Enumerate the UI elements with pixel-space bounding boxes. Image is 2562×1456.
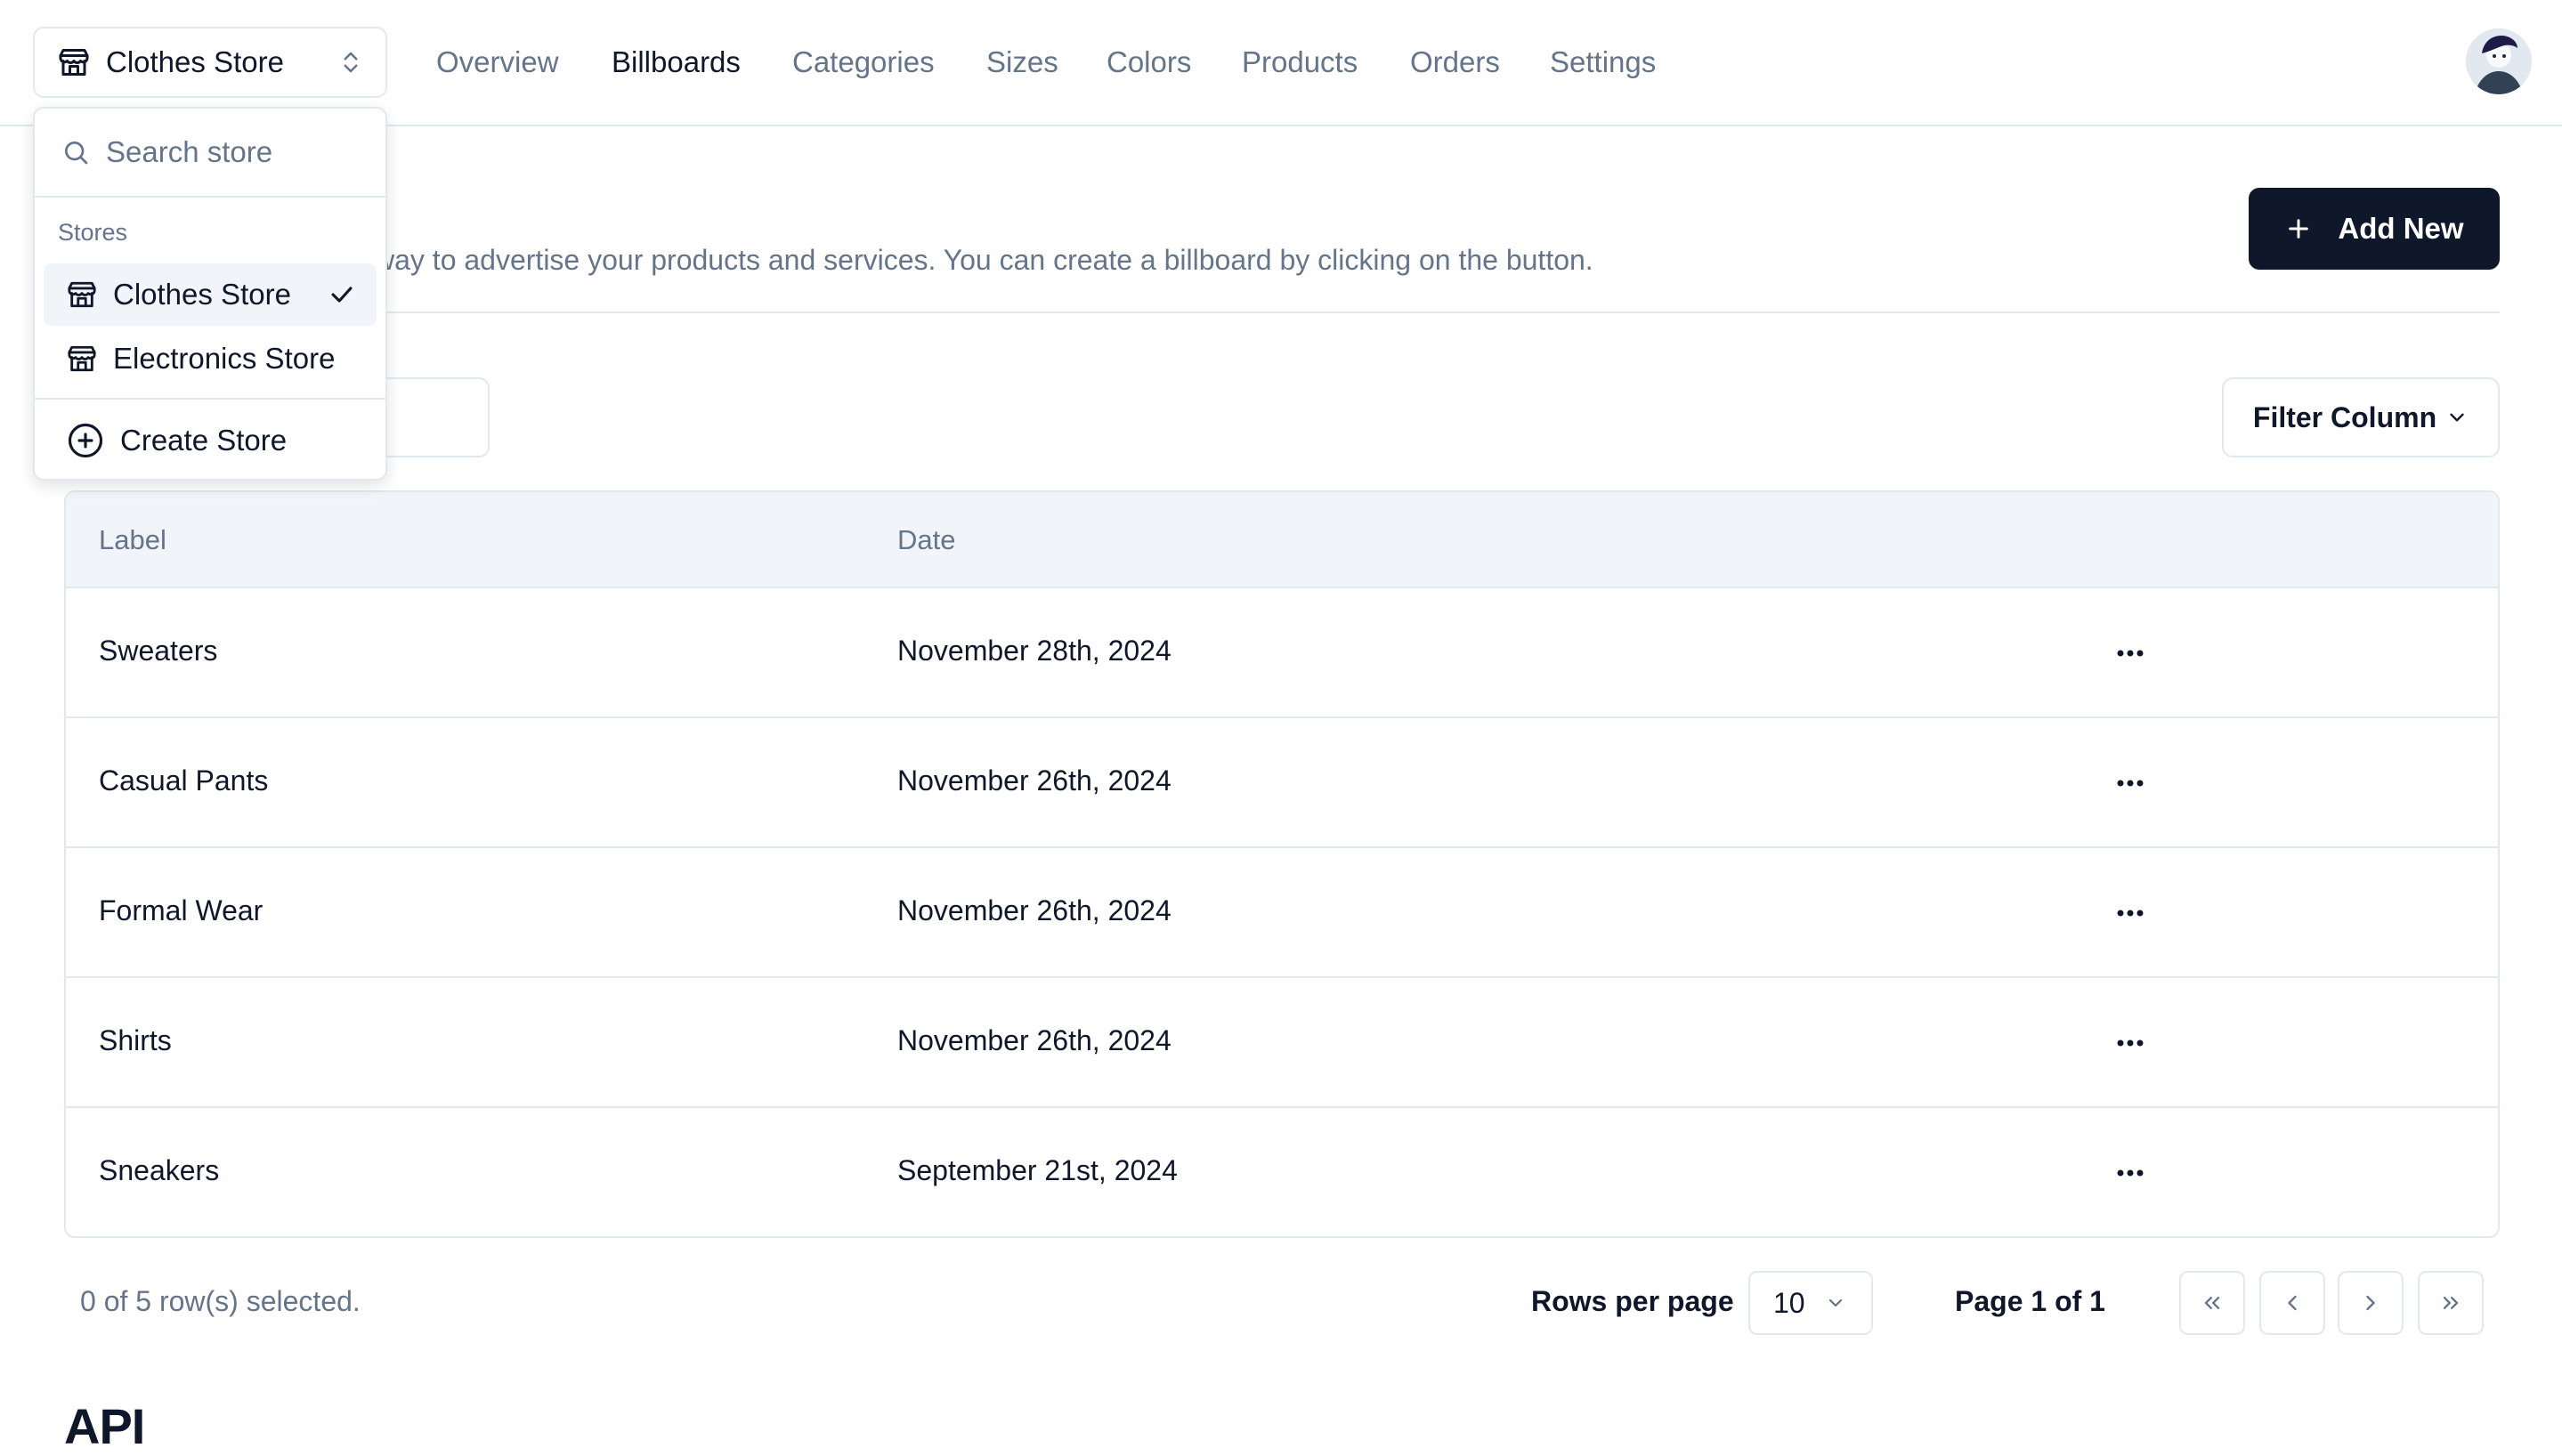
row-label: Casual Pants xyxy=(99,764,269,797)
table-row: Formal Wear November 26th, 2024 xyxy=(66,848,2498,978)
store-option-electronics[interactable]: Electronics Store xyxy=(44,328,377,390)
create-store-button[interactable]: Create Store xyxy=(44,409,377,472)
chevron-right-icon xyxy=(2358,1290,2383,1315)
row-actions-icon[interactable] xyxy=(2110,633,2151,674)
chevrons-up-down-icon xyxy=(337,49,364,76)
chevron-left-icon xyxy=(2280,1290,2305,1315)
next-page-button[interactable] xyxy=(2338,1271,2404,1335)
store-search-input[interactable]: Search store xyxy=(35,109,385,198)
table-row: Casual Pants November 26th, 2024 xyxy=(66,718,2498,848)
store-switcher-label: Clothes Store xyxy=(106,45,284,78)
add-new-label: Add New xyxy=(2338,212,2464,245)
rows-per-page-label: Rows per page xyxy=(1531,1285,1734,1317)
store-option-label: Electronics Store xyxy=(113,342,336,375)
table-row: Sneakers September 21st, 2024 xyxy=(66,1108,2498,1236)
last-page-button[interactable] xyxy=(2418,1271,2484,1335)
page-indicator: Page 1 of 1 xyxy=(1955,1285,2105,1317)
row-date: November 26th, 2024 xyxy=(897,1024,1172,1056)
row-label: Formal Wear xyxy=(99,894,263,926)
search-icon xyxy=(61,138,90,166)
column-header-date[interactable]: Date xyxy=(897,524,955,556)
top-navbar: Clothes Store Overview Billboards Catego… xyxy=(0,0,2562,126)
header-divider xyxy=(64,311,2500,313)
nav-link-overview[interactable]: Overview xyxy=(436,44,559,80)
nav-link-colors[interactable]: Colors xyxy=(1107,44,1191,80)
row-actions-icon[interactable] xyxy=(2110,1023,2151,1064)
rows-per-page-value: 10 xyxy=(1773,1286,1805,1319)
plus-circle-icon xyxy=(67,422,104,459)
nav-link-settings[interactable]: Settings xyxy=(1550,44,1656,80)
api-section-heading: API xyxy=(64,1398,145,1454)
column-header-label[interactable]: Label xyxy=(99,524,166,556)
filter-column-label: Filter Column xyxy=(2252,400,2437,433)
billboards-table: Label Date Sweaters November 28th, 2024 … xyxy=(64,490,2500,1238)
row-label: Sneakers xyxy=(99,1154,220,1186)
selection-status: 0 of 5 row(s) selected. xyxy=(80,1285,361,1317)
create-store-label: Create Store xyxy=(120,424,288,457)
previous-page-button[interactable] xyxy=(2259,1271,2325,1335)
rows-per-page-select[interactable]: 10 xyxy=(1748,1271,1873,1335)
row-actions-icon[interactable] xyxy=(2110,763,2151,804)
row-date: November 26th, 2024 xyxy=(897,894,1172,926)
row-date: November 28th, 2024 xyxy=(897,635,1172,667)
store-switcher-button[interactable]: Clothes Store xyxy=(33,27,387,98)
store-search-placeholder: Search store xyxy=(106,135,273,168)
dropdown-divider xyxy=(35,398,385,400)
table-row: Shirts November 26th, 2024 xyxy=(66,978,2498,1108)
store-switcher-dropdown: Search store Stores Clothes Store Electr… xyxy=(33,107,387,481)
page-description: way to advertise your products and servi… xyxy=(374,244,1593,276)
user-avatar[interactable] xyxy=(2466,28,2532,94)
nav-link-billboards[interactable]: Billboards xyxy=(612,44,741,80)
check-icon xyxy=(327,279,357,310)
chevrons-left-icon xyxy=(2200,1290,2225,1315)
row-label: Shirts xyxy=(99,1024,172,1056)
row-actions-icon[interactable] xyxy=(2110,893,2151,934)
table-header: Label Date xyxy=(66,492,2498,588)
first-page-button[interactable] xyxy=(2179,1271,2245,1335)
row-date: September 21st, 2024 xyxy=(897,1154,1178,1186)
row-date: November 26th, 2024 xyxy=(897,764,1172,797)
store-icon xyxy=(67,344,97,374)
store-option-clothes[interactable]: Clothes Store xyxy=(44,263,377,326)
nav-link-categories[interactable]: Categories xyxy=(792,44,935,80)
add-new-button[interactable]: Add New xyxy=(2249,188,2500,270)
chevron-down-icon xyxy=(1825,1292,1846,1314)
filter-column-button[interactable]: Filter Column xyxy=(2222,377,2500,457)
nav-link-orders[interactable]: Orders xyxy=(1410,44,1500,80)
table-search-input[interactable] xyxy=(374,377,490,457)
chevron-down-icon xyxy=(2445,406,2469,429)
store-icon xyxy=(67,279,97,310)
row-actions-icon[interactable] xyxy=(2110,1153,2151,1193)
chevrons-right-icon xyxy=(2438,1290,2463,1315)
row-label: Sweaters xyxy=(99,635,218,667)
nav-link-products[interactable]: Products xyxy=(1242,44,1358,80)
store-icon xyxy=(58,46,90,78)
nav-link-sizes[interactable]: Sizes xyxy=(986,44,1058,80)
stores-group-label: Stores xyxy=(58,219,128,246)
store-option-label: Clothes Store xyxy=(113,278,291,311)
plus-icon xyxy=(2284,214,2313,243)
table-row: Sweaters November 28th, 2024 xyxy=(66,588,2498,718)
